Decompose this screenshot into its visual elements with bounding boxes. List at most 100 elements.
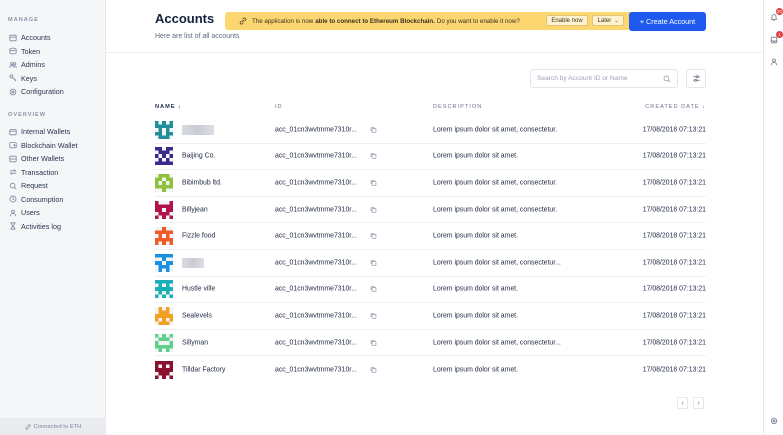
later-dropdown[interactable]: Later ⌄ [592,15,624,26]
identicon-cell [155,230,159,235]
table-row[interactable]: Bibimbub ltd. acc_01cn3wvtmme7310r... Lo… [155,170,706,197]
gear-icon [770,417,778,425]
identicon-cell [158,347,163,352]
table-row[interactable]: Fizzle food acc_01cn3wvtmme7310r... Lore… [155,223,706,250]
sidebar-item-consumption[interactable]: Consumption [8,193,101,207]
table-row[interactable]: Tilldar Factory acc_01cn3wvtmme7310r... … [155,356,706,383]
identicon-cell [165,310,170,315]
sidebar-item-transaction[interactable]: Transaction [8,166,101,180]
sidebar-item-internal-wallets[interactable]: Internal Wallets [8,125,101,139]
table-row[interactable]: acc_01cn3wvtmme7310r... Lorem ipsum dolo… [155,250,706,277]
table-row[interactable]: acc_01cn3wvtmme7310r... Lorem ipsum dolo… [155,117,706,144]
copy-icon[interactable] [370,206,377,213]
account-description: Lorem ipsum dolor sit amet, consectetur.… [433,259,561,267]
sidebar-item-blockchain-wallet[interactable]: Blockchain Wallet [8,139,101,153]
table-row[interactable]: Sealevels acc_01cn3wvtmme7310r... Lorem … [155,303,706,330]
identicon-cell [155,317,159,322]
identicon-cell [162,280,166,284]
sidebar-item-configuration[interactable]: Configuration [8,85,101,99]
identicon-cell [165,347,170,352]
table-row[interactable]: Hustle ville acc_01cn3wvtmme7310r... Lor… [155,277,706,304]
identicon-cell [162,184,166,189]
identicon-cell [162,287,166,292]
sidebar-item-accounts[interactable]: Accounts [8,31,101,45]
copy-icon[interactable] [370,179,377,186]
profile-button[interactable] [769,57,779,67]
identicon-cell [158,337,163,341]
inbox-button[interactable]: 1 [769,31,783,45]
wallet-icon [8,127,17,136]
column-header-created-date[interactable]: CREATED DATE ↓ [645,104,706,110]
identicon-cell [155,333,159,338]
identicon-cell [162,257,166,261]
search-input[interactable]: Search by Account ID or Name [530,69,678,88]
later-label: Later [597,17,612,24]
sidebar-item-label: Accounts [21,33,51,43]
identicon-cell [165,124,170,128]
copy-icon[interactable] [370,126,377,133]
hourglass-icon [8,222,17,231]
copy-icon[interactable] [370,153,377,160]
table-row[interactable]: Baijing Co. acc_01cn3wvtmme7310r... Lore… [155,144,706,171]
copy-icon[interactable] [370,339,377,346]
copy-icon[interactable] [370,366,377,373]
identicon-cell [155,124,159,128]
identicon-image [155,227,173,246]
create-account-button[interactable]: + Create Account [629,12,706,31]
account-id: acc_01cn3wvtmme7310r... [275,126,357,134]
notification-bell[interactable]: 20 [769,8,783,22]
identicon-cell [162,337,166,341]
identicon-cell [158,264,163,269]
sidebar-item-users[interactable]: Users [8,206,101,220]
column-header-name[interactable]: NAME ↓ [155,104,182,110]
identicon-image [155,173,173,192]
notification-count-badge: 20 [775,8,783,15]
account-id: acc_01cn3wvtmme7310r... [275,366,357,374]
copy-icon[interactable] [370,233,377,240]
account-created-date: 17/08/2018 07:13:21 [642,206,706,214]
identicon-cell [158,177,163,182]
sidebar-item-label: Activities log [21,221,61,231]
identicon-cell [165,321,170,325]
identicon-image [155,253,173,272]
enable-now-button[interactable]: Enable now [546,15,588,26]
sidebar-item-activities-log[interactable]: Activities log [8,220,101,234]
copy-icon[interactable] [370,259,377,266]
header-divider [106,52,763,53]
prev-page-button[interactable]: ‹ [677,397,688,409]
identicon-cell [158,321,163,325]
identicon-cell [155,177,159,182]
copy-icon[interactable] [370,312,377,319]
identicon-cell [169,333,173,338]
account-id: acc_01cn3wvtmme7310r... [275,312,357,320]
section-title-overview: OVERVIEW [8,112,47,118]
identicon-cell [165,337,170,341]
settings-button[interactable] [769,416,779,426]
table-row[interactable]: Sillyman acc_01cn3wvtmme7310r... Lorem i… [155,330,706,357]
identicon-cell [155,120,159,125]
identicon-cell [155,253,159,258]
identicon-cell [165,283,170,288]
next-page-button[interactable]: › [693,397,704,409]
identicon-cell [162,173,166,178]
identicon-cell [158,360,163,365]
sidebar-item-keys[interactable]: Keys [8,72,101,86]
notice-text-suffix: Do you want to enable it now? [436,17,520,25]
admins-icon [8,60,17,69]
sidebar-item-request[interactable]: Request [8,179,101,193]
identicon-cell [158,127,163,132]
identicon-cell [165,264,170,269]
copy-icon[interactable] [370,286,377,293]
sidebar-item-token[interactable]: Token [8,45,101,59]
identicon-cell [158,314,163,318]
identicon-cell [155,260,159,265]
identicon-cell [155,184,159,189]
account-id: acc_01cn3wvtmme7310r... [275,232,357,240]
sidebar-item-admins[interactable]: Admins [8,58,101,72]
identicon-cell [165,158,170,162]
sidebar-item-other-wallets[interactable]: Other Wallets [8,152,101,166]
filter-button[interactable] [686,69,706,88]
identicon-cell [158,158,163,162]
table-row[interactable]: Billyjean acc_01cn3wvtmme7310r... Lorem … [155,197,706,224]
accounts-table: acc_01cn3wvtmme7310r... Lorem ipsum dolo… [155,117,706,383]
